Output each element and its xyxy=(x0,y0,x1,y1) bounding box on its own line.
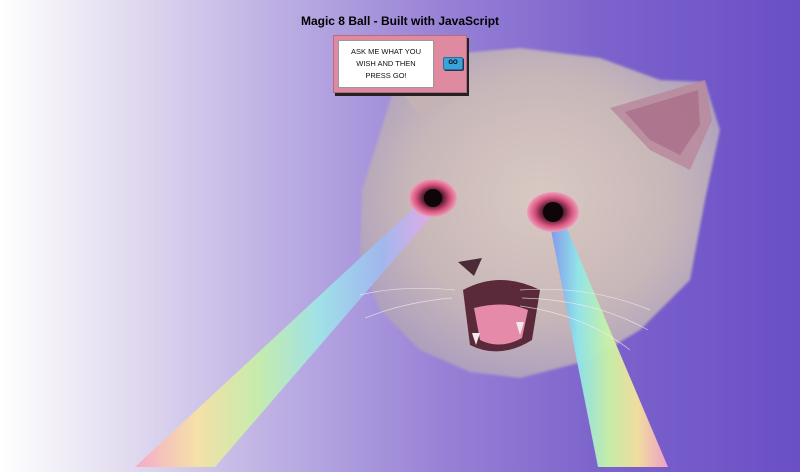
left-rainbow-laser xyxy=(135,195,443,467)
question-prompt[interactable]: ASK ME WHAT YOU WISH AND THEN PRESS GO! xyxy=(338,40,434,88)
ask-panel: ASK ME WHAT YOU WISH AND THEN PRESS GO! … xyxy=(333,35,467,93)
page-title: Magic 8 Ball - Built with JavaScript xyxy=(300,14,500,28)
cat-mouth xyxy=(463,280,540,352)
go-button[interactable]: GO xyxy=(443,57,463,70)
